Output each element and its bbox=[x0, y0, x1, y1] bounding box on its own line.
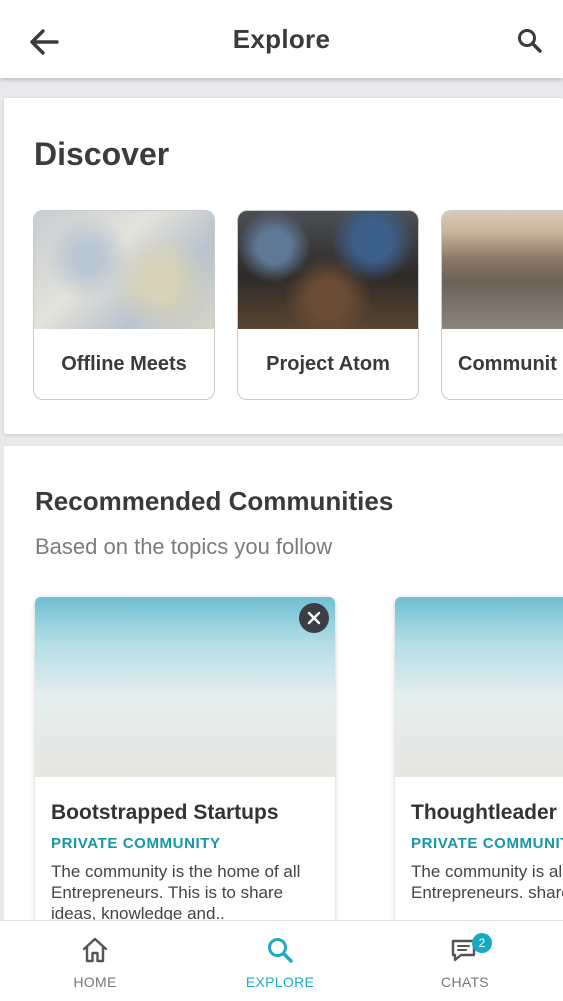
search-icon bbox=[518, 29, 542, 53]
bottom-navigation: HOME EXPLORE 2 CHATS bbox=[0, 920, 563, 1001]
recommended-section: Recommended Communities Based on the top… bbox=[4, 446, 563, 926]
community-card-bootstrapped-startups[interactable]: Bootstrapped Startups PRIVATE COMMUNITY … bbox=[35, 597, 335, 926]
community-name: Bootstrapped Startups bbox=[51, 801, 279, 824]
community-type: PRIVATE COMMUNITY bbox=[51, 835, 221, 852]
community-card-thoughtleader[interactable]: Thoughtleader PRIVATE COMMUNIT The commu… bbox=[395, 597, 563, 926]
search-button[interactable] bbox=[515, 26, 545, 56]
nav-label: HOME bbox=[73, 974, 117, 990]
community-description: The community is all Entrepreneurs. shar… bbox=[411, 862, 563, 902]
tile-label: Communit bbox=[458, 352, 557, 375]
discover-tile-community[interactable]: Communit bbox=[441, 210, 563, 400]
page-title: Explore bbox=[232, 24, 331, 54]
community-name: Thoughtleader bbox=[411, 801, 557, 824]
top-app-bar: Explore bbox=[0, 0, 563, 78]
campfire-group-photo bbox=[442, 211, 563, 329]
tile-label: Offline Meets bbox=[61, 352, 187, 375]
nav-label: EXPLORE bbox=[245, 974, 315, 990]
discover-section: Discover Offline Meets Project Atom Comm… bbox=[4, 98, 563, 434]
close-icon bbox=[307, 611, 321, 625]
community-cover-image bbox=[35, 597, 335, 777]
nav-label: CHATS bbox=[441, 974, 489, 990]
community-cover-image bbox=[395, 597, 563, 777]
map-pins-photo bbox=[34, 211, 214, 329]
home-icon bbox=[82, 937, 108, 963]
recommended-title: Recommended Communities bbox=[35, 486, 394, 516]
nav-home[interactable]: HOME bbox=[40, 921, 150, 1001]
recommended-subtitle: Based on the topics you follow bbox=[35, 534, 333, 559]
discover-title: Discover bbox=[34, 136, 170, 172]
dismiss-button[interactable] bbox=[299, 603, 329, 633]
search-icon bbox=[268, 938, 293, 963]
community-description: The community is the home of all Entrepr… bbox=[51, 862, 301, 923]
crowd-event-photo bbox=[238, 211, 418, 329]
discover-tile-offline-meets[interactable]: Offline Meets bbox=[33, 210, 215, 400]
unread-badge: 2 bbox=[472, 933, 492, 953]
tile-label: Project Atom bbox=[266, 352, 390, 375]
discover-tile-project-atom[interactable]: Project Atom bbox=[237, 210, 419, 400]
nav-explore[interactable]: EXPLORE bbox=[225, 921, 335, 1001]
community-type: PRIVATE COMMUNIT bbox=[411, 835, 563, 852]
nav-chats[interactable]: 2 CHATS bbox=[410, 921, 520, 1001]
